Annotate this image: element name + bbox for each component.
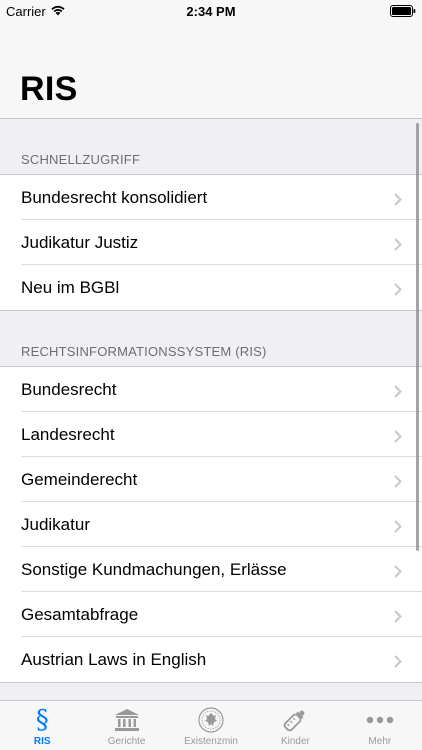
- baby-bottle-icon: [282, 706, 308, 734]
- chevron-right-icon: [394, 236, 402, 256]
- list-item-gemeinderecht[interactable]: Gemeinderecht: [0, 457, 422, 502]
- list-item-label: Judikatur Justiz: [21, 232, 139, 252]
- section-header-schnellzugriff: SCHNELLZUGRIFF: [21, 152, 141, 167]
- list-item-label: Bundesrecht konsolidiert: [21, 187, 208, 207]
- chevron-right-icon: [394, 281, 402, 301]
- list-item-label: Judikatur: [21, 514, 90, 534]
- status-bar: Carrier 2:34 PM: [0, 0, 422, 22]
- list-item-bundesrecht-konsolidiert[interactable]: Bundesrecht konsolidiert: [0, 175, 422, 220]
- courthouse-icon: [114, 706, 140, 734]
- list-item-label: Bundesrecht: [21, 379, 117, 399]
- tab-label: Kinder: [280, 736, 310, 747]
- status-time: 2:34 PM: [186, 4, 236, 19]
- list-item-landesrecht[interactable]: Landesrecht: [0, 412, 422, 457]
- more-icon: [366, 706, 394, 734]
- list-item-judikatur-justiz[interactable]: Judikatur Justiz: [0, 220, 422, 265]
- chevron-right-icon: [394, 518, 402, 538]
- list-item-gesamtabfrage[interactable]: Gesamtabfrage: [0, 592, 422, 637]
- list-item-label: Gesamtabfrage: [21, 604, 139, 624]
- chevron-right-icon: [394, 653, 402, 673]
- section-header-ris: RECHTSINFORMATIONSSYSTEM (RIS): [21, 344, 267, 359]
- tab-label: Existenzmin: [184, 736, 238, 747]
- chevron-right-icon: [394, 191, 402, 211]
- section-schnellzugriff: Bundesrecht konsolidiert Judikatur Justi…: [0, 174, 422, 311]
- table-view[interactable]: SCHNELLZUGRIFF Bundesrecht konsolidiert …: [0, 119, 422, 700]
- paragraph-icon: §: [35, 705, 49, 735]
- chevron-right-icon: [394, 383, 402, 403]
- chevron-right-icon: [394, 563, 402, 583]
- list-item-sonstige-kundmachungen[interactable]: Sonstige Kundmachungen, Erlässe: [0, 547, 422, 592]
- tab-bar: § RIS Gerichte Existenzmin Kinder Mehr: [0, 700, 422, 750]
- tab-kinder[interactable]: Kinder: [253, 701, 337, 750]
- chevron-right-icon: [394, 608, 402, 628]
- tab-gerichte[interactable]: Gerichte: [84, 701, 168, 750]
- chevron-right-icon: [394, 428, 402, 448]
- list-item-austrian-laws-in-english[interactable]: Austrian Laws in English: [0, 637, 422, 682]
- tab-label: Mehr: [368, 736, 392, 747]
- table-footer-spacer: [0, 683, 422, 700]
- list-item-label: Gemeinderecht: [21, 469, 138, 489]
- tab-label: RIS: [33, 736, 51, 747]
- navigation-bar: RIS: [0, 22, 422, 119]
- section-ris: Bundesrecht Landesrecht Gemeinderecht Ju…: [0, 366, 422, 683]
- tab-ris[interactable]: § RIS: [0, 701, 84, 750]
- tab-existenzmin[interactable]: Existenzmin: [169, 701, 253, 750]
- seal-icon: [198, 706, 224, 734]
- tab-label: Gerichte: [107, 736, 146, 747]
- scroll-indicator[interactable]: [416, 123, 419, 551]
- chevron-right-icon: [394, 473, 402, 493]
- list-item-bundesrecht[interactable]: Bundesrecht: [0, 367, 422, 412]
- battery-icon: [390, 5, 416, 20]
- list-item-judikatur[interactable]: Judikatur: [0, 502, 422, 547]
- list-item-label: Sonstige Kundmachungen, Erlässe: [21, 559, 287, 579]
- list-item-label: Austrian Laws in English: [21, 649, 207, 669]
- list-item-label: Neu im BGBl: [21, 277, 120, 297]
- page-title: RIS: [20, 70, 78, 108]
- list-item-label: Landesrecht: [21, 424, 115, 444]
- tab-mehr[interactable]: Mehr: [338, 701, 422, 750]
- list-item-neu-im-bgbl[interactable]: Neu im BGBl: [0, 265, 422, 310]
